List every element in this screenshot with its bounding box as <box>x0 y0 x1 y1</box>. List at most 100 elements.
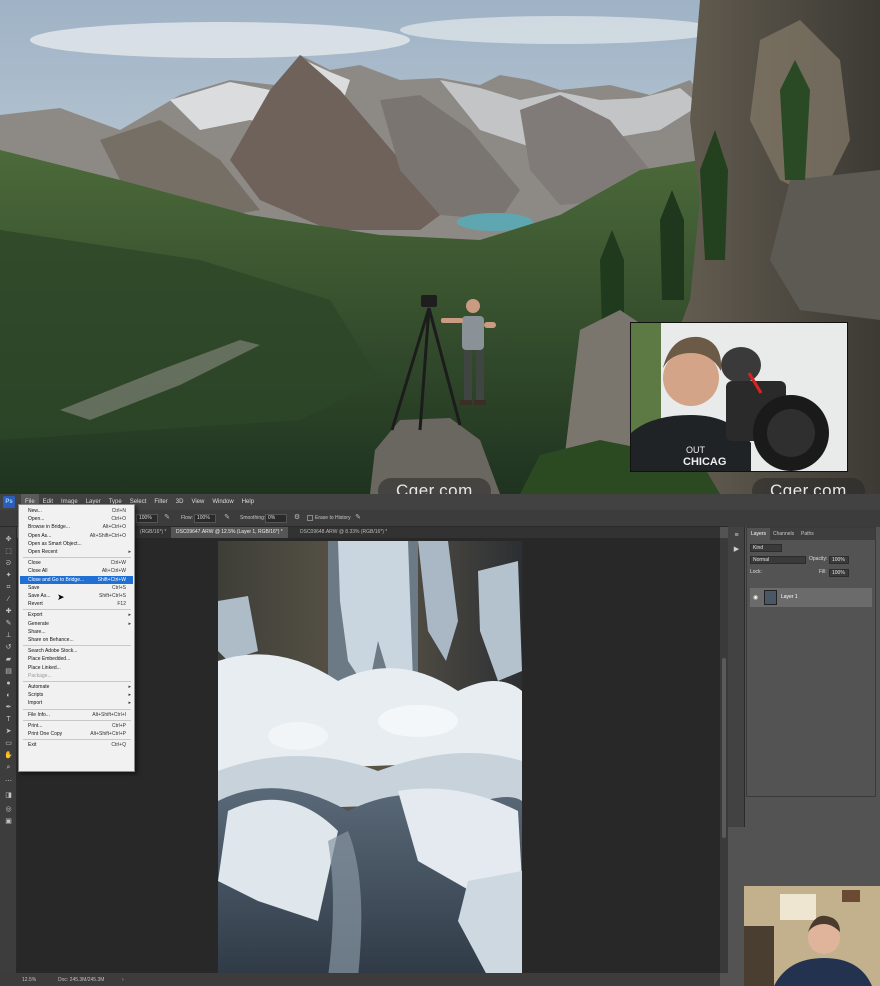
file-menu-item[interactable]: Place Linked... <box>20 664 133 672</box>
file-menu-item[interactable]: Share... <box>20 628 133 636</box>
blend-mode-select[interactable]: Normal <box>750 556 806 564</box>
file-menu-item[interactable]: Open... Ctrl+O <box>20 515 133 523</box>
shape-tool-icon[interactable]: ▭ <box>3 739 14 749</box>
file-menu-item[interactable]: Generate ▸ <box>20 620 133 628</box>
file-menu-item[interactable]: Automate ▸ <box>20 683 133 691</box>
zoom-tool-icon[interactable]: ⌕ <box>3 763 14 773</box>
vertical-scrollbar[interactable] <box>720 538 728 973</box>
collapsed-panel-strip: ≡ ▶ <box>728 527 745 827</box>
zoom-field[interactable]: 100% <box>136 514 158 523</box>
actions-panel-icon[interactable]: ▶ <box>732 545 741 554</box>
file-menu-item[interactable]: Scripts ▸ <box>20 691 133 699</box>
document-image[interactable] <box>218 541 522 977</box>
file-menu-item[interactable]: Import ▸ <box>20 699 133 707</box>
file-menu-item[interactable]: Open as Smart Object... <box>20 540 133 548</box>
lasso-tool-icon[interactable]: ᘐ <box>3 559 14 569</box>
menu-item-label: Share on Behance... <box>28 637 74 643</box>
menu-filter[interactable]: Filter <box>150 494 171 510</box>
menu-separator <box>23 739 131 741</box>
eraser-tool-icon[interactable]: ▰ <box>3 655 14 665</box>
tab-layers[interactable]: Layers <box>747 528 771 540</box>
menu-item-shortcut: Ctrl+S <box>111 584 126 591</box>
tab-paths[interactable]: Paths <box>797 528 818 540</box>
tab-channels[interactable]: Channels <box>769 528 798 540</box>
scrollbar-thumb[interactable] <box>722 658 726 838</box>
type-tool-icon[interactable]: T <box>3 715 14 725</box>
file-menu-item[interactable]: Browse in Bridge... Alt+Ctrl+O <box>20 523 133 531</box>
history-panel-icon[interactable]: ≡ <box>732 531 741 540</box>
screen-mode-icon[interactable]: ▣ <box>3 817 14 827</box>
menu-view[interactable]: View <box>187 494 208 510</box>
file-menu-item[interactable]: Place Embedded... <box>20 655 133 663</box>
marquee-tool-icon[interactable]: ⬚ <box>3 547 14 557</box>
smoothing-label: Smoothing: <box>240 515 266 521</box>
brush-tool-icon[interactable]: ✎ <box>3 619 14 629</box>
quick-mask-icon[interactable]: ◎ <box>3 805 14 815</box>
file-menu-item[interactable]: File Info... Alt+Shift+Ctrl+I <box>20 711 133 719</box>
smoothing-field[interactable]: 0% <box>265 514 287 523</box>
menu-item-label: Automate <box>28 684 50 690</box>
file-menu-item[interactable]: Export ▸ <box>20 611 133 619</box>
healing-tool-icon[interactable]: ✚ <box>3 607 14 617</box>
menu-item-label: New... <box>28 508 42 514</box>
menu-item-label: Open... <box>28 516 45 523</box>
hand-tool-icon[interactable]: ✋ <box>3 751 14 761</box>
more-tools-icon[interactable]: ⋯ <box>3 777 14 787</box>
file-menu-item[interactable]: Print... Ctrl+P <box>20 722 133 730</box>
file-menu-item[interactable]: Revert F12 <box>20 600 133 608</box>
file-menu-item[interactable]: Save Ctrl+S <box>20 584 133 592</box>
menu-separator <box>23 557 131 559</box>
file-menu-item[interactable]: Save As... Shift+Ctrl+S <box>20 592 133 600</box>
flow-field[interactable]: 100% <box>194 514 216 523</box>
airbrush-icon[interactable]: ✎ <box>223 514 231 522</box>
path-select-tool-icon[interactable]: ➤ <box>3 727 14 737</box>
history-brush-tool-icon[interactable]: ↺ <box>3 643 14 653</box>
file-menu-item[interactable]: Share on Behance... <box>20 636 133 644</box>
tab-document-3[interactable]: DSC09648.ARW @ 8.33% (RGB/16*) * <box>295 527 392 538</box>
menu-item-label: Exit <box>28 742 37 749</box>
quick-select-tool-icon[interactable]: ✦ <box>3 571 14 581</box>
tab-document-2[interactable]: DSC09647.ARW @ 12.5% (Layer 1, RGB/16*) … <box>171 527 288 538</box>
layer-row[interactable]: ◉ Layer 1 <box>750 588 872 607</box>
file-menu-item[interactable]: Close and Go to Bridge... Shift+Ctrl+W <box>20 575 133 584</box>
file-menu-item[interactable]: Close All Alt+Ctrl+W <box>20 567 133 575</box>
fill-field[interactable]: 100% <box>829 569 849 577</box>
pressure-size-icon[interactable]: ✎ <box>354 514 362 522</box>
menu-3d[interactable]: 3D <box>172 494 188 510</box>
gradient-tool-icon[interactable]: ▤ <box>3 667 14 677</box>
blur-tool-icon[interactable]: ● <box>3 679 14 689</box>
dodge-tool-icon[interactable]: ◐ <box>3 691 14 701</box>
file-menu-item[interactable]: Close Ctrl+W <box>20 559 133 567</box>
pen-tool-icon[interactable]: ✒ <box>3 703 14 713</box>
file-menu-item[interactable]: Search Adobe Stock... <box>20 647 133 655</box>
gear-icon[interactable]: ⚙ <box>293 514 301 522</box>
file-menu-item[interactable]: Open As... Alt+Shift+Ctrl+O <box>20 532 133 540</box>
foreground-background-colors-icon[interactable]: ◨ <box>3 791 14 801</box>
menu-item-label: File Info... <box>28 711 50 718</box>
tab-document-1[interactable]: (RGB/16*) * <box>135 527 171 538</box>
file-menu-item[interactable]: New... Ctrl+N <box>20 507 133 515</box>
menu-window[interactable]: Window <box>208 494 237 510</box>
status-arrow-icon[interactable]: › <box>122 977 124 983</box>
menu-item-shortcut: Ctrl+N <box>111 508 126 514</box>
document-tabs: (RGB/16*) * DSC09647.ARW @ 12.5% (Layer … <box>135 527 720 538</box>
move-tool-icon[interactable]: ✥ <box>3 535 14 545</box>
file-menu-item[interactable]: Open Recent ▸ <box>20 548 133 556</box>
brush-pressure-icon[interactable]: ✎ <box>163 514 171 522</box>
crop-tool-icon[interactable]: ⌗ <box>3 583 14 593</box>
file-menu-item[interactable]: Exit Ctrl+Q <box>20 741 133 749</box>
visibility-eye-icon[interactable]: ◉ <box>753 594 758 601</box>
erase-history-checkbox[interactable] <box>307 515 313 521</box>
menu-separator <box>23 609 131 611</box>
menu-help[interactable]: Help <box>238 494 258 510</box>
layer-filter-kind[interactable]: Kind <box>750 544 782 552</box>
menu-item-label: Open As... <box>28 532 52 539</box>
menu-item-label: Close <box>28 560 41 567</box>
file-menu-item[interactable]: Package... <box>20 672 133 680</box>
eyedropper-tool-icon[interactable]: ⁄ <box>3 595 14 605</box>
photoshop-window: Ps File Edit Image Layer Type Select Fil… <box>0 494 880 986</box>
stamp-tool-icon[interactable]: ⊥ <box>3 631 14 641</box>
opacity-field[interactable]: 100% <box>829 556 849 564</box>
status-zoom[interactable]: 12.5% <box>22 977 36 983</box>
file-menu-item[interactable]: Print One Copy Alt+Shift+Ctrl+P <box>20 730 133 738</box>
